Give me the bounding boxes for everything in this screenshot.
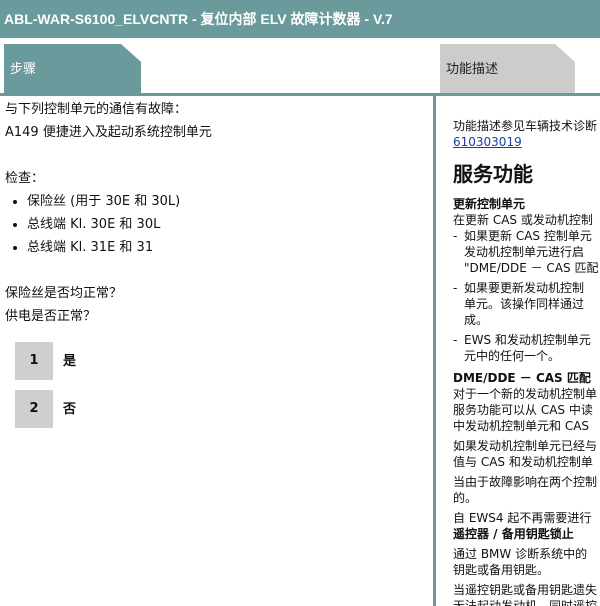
bullet-line: 如果要更新发动机控制 bbox=[464, 281, 585, 295]
bullet-line: 如果更新 CAS 控制单元 bbox=[464, 229, 592, 243]
choice-yes-button[interactable]: 1 bbox=[15, 342, 53, 380]
bullet-line: 发动机控制单元进行启 bbox=[464, 245, 585, 259]
question-power: 供电是否正常？ bbox=[5, 309, 97, 324]
service-functions-heading: 服务功能 bbox=[453, 162, 533, 186]
list-item: 如果更新 CAS 控制单元 发动机控制单元进行启 "DME/DDE － CAS … bbox=[453, 228, 600, 276]
text-line: 对于一个新的发动机控制单 bbox=[453, 387, 598, 401]
bullet-line: "DME/DDE － CAS 匹配 bbox=[464, 261, 599, 275]
text-line: 当由于故障影响在两个控制 bbox=[453, 475, 598, 489]
list-item: 如果要更新发动机控制 单元。该操作同样通过 成。 bbox=[453, 280, 600, 328]
update-bullets: 如果更新 CAS 控制单元 发动机控制单元进行启 "DME/DDE － CAS … bbox=[453, 228, 600, 364]
tab-function-description[interactable]: 功能描述 bbox=[440, 44, 575, 95]
choice-no-button[interactable]: 2 bbox=[15, 390, 53, 428]
text-line: 的。 bbox=[453, 491, 478, 505]
description-intro: 功能描述参见车辆技术诊断 bbox=[453, 119, 598, 133]
steps-panel: 与下列控制单元的通信有故障： A149 便捷进入及起动系统控制单元 检查： 保险… bbox=[0, 96, 433, 606]
check-item: 总线端 Kl. 30E 和 30L bbox=[27, 213, 433, 236]
function-description-panel: 功能描述参见车辆技术诊断 610303019 服务功能 更新控制单元 在更新 C… bbox=[436, 96, 600, 606]
text-line: 值与 CAS 和发动机控制单 bbox=[453, 455, 593, 469]
bullet-line: 单元。该操作同样通过 bbox=[464, 297, 585, 311]
check-item: 保险丝 (用于 30E 和 30L) bbox=[27, 190, 433, 213]
list-item: EWS 和发动机控制单元 元中的任何一个。 bbox=[453, 332, 600, 364]
check-item: 总线端 Kl. 31E 和 31 bbox=[27, 236, 433, 259]
text-line: 中发动机控制单元和 CAS bbox=[453, 419, 590, 433]
text-line: 无法起动发动机。同时遥控 bbox=[453, 599, 598, 606]
choice-no: 2 否 bbox=[15, 390, 433, 428]
check-heading: 检查： bbox=[5, 171, 45, 186]
fault-intro: 与下列控制单元的通信有故障： bbox=[5, 102, 188, 117]
text-line: 服务功能可以从 CAS 中读 bbox=[453, 403, 593, 417]
choice-yes: 1 是 bbox=[15, 342, 433, 380]
window-title: ABL-WAR-S6100_ELVCNTR - 复位内部 ELV 故障计数器 -… bbox=[0, 0, 600, 38]
text-line: 钥匙或备用钥匙。 bbox=[453, 563, 550, 577]
bullet-line: 成。 bbox=[464, 313, 489, 327]
update-control-unit-text: 在更新 CAS 或发动机控制 bbox=[453, 213, 593, 227]
text-line: 通过 BMW 诊断系统中的 bbox=[453, 547, 588, 561]
bullet-line: EWS 和发动机控制单元 bbox=[464, 333, 591, 347]
dme-cas-title: DME/DDE － CAS 匹配 bbox=[453, 371, 591, 385]
tab-steps[interactable]: 步骤 bbox=[4, 44, 141, 95]
document-link[interactable]: 610303019 bbox=[453, 134, 600, 150]
bullet-line: 元中的任何一个。 bbox=[464, 349, 561, 363]
text-line: 自 EWS4 起不再需要进行 bbox=[453, 511, 592, 525]
check-list: 保险丝 (用于 30E 和 30L) 总线端 Kl. 30E 和 30L 总线端… bbox=[5, 190, 433, 259]
tab-bar: 步骤 功能描述 bbox=[0, 38, 600, 95]
update-control-unit-title: 更新控制单元 bbox=[453, 197, 526, 211]
text-line: 当遥控钥匙或备用钥匙遗失 bbox=[453, 583, 598, 597]
remote-key-lock-title: 遥控器 / 备用钥匙锁止 bbox=[453, 527, 574, 541]
fault-control-unit: A149 便捷进入及起动系统控制单元 bbox=[5, 125, 212, 140]
choice-no-label: 否 bbox=[63, 401, 77, 417]
text-line: 如果发动机控制单元已经与 bbox=[453, 439, 598, 453]
question-fuses: 保险丝是否均正常？ bbox=[5, 286, 123, 301]
choice-yes-label: 是 bbox=[63, 353, 77, 369]
